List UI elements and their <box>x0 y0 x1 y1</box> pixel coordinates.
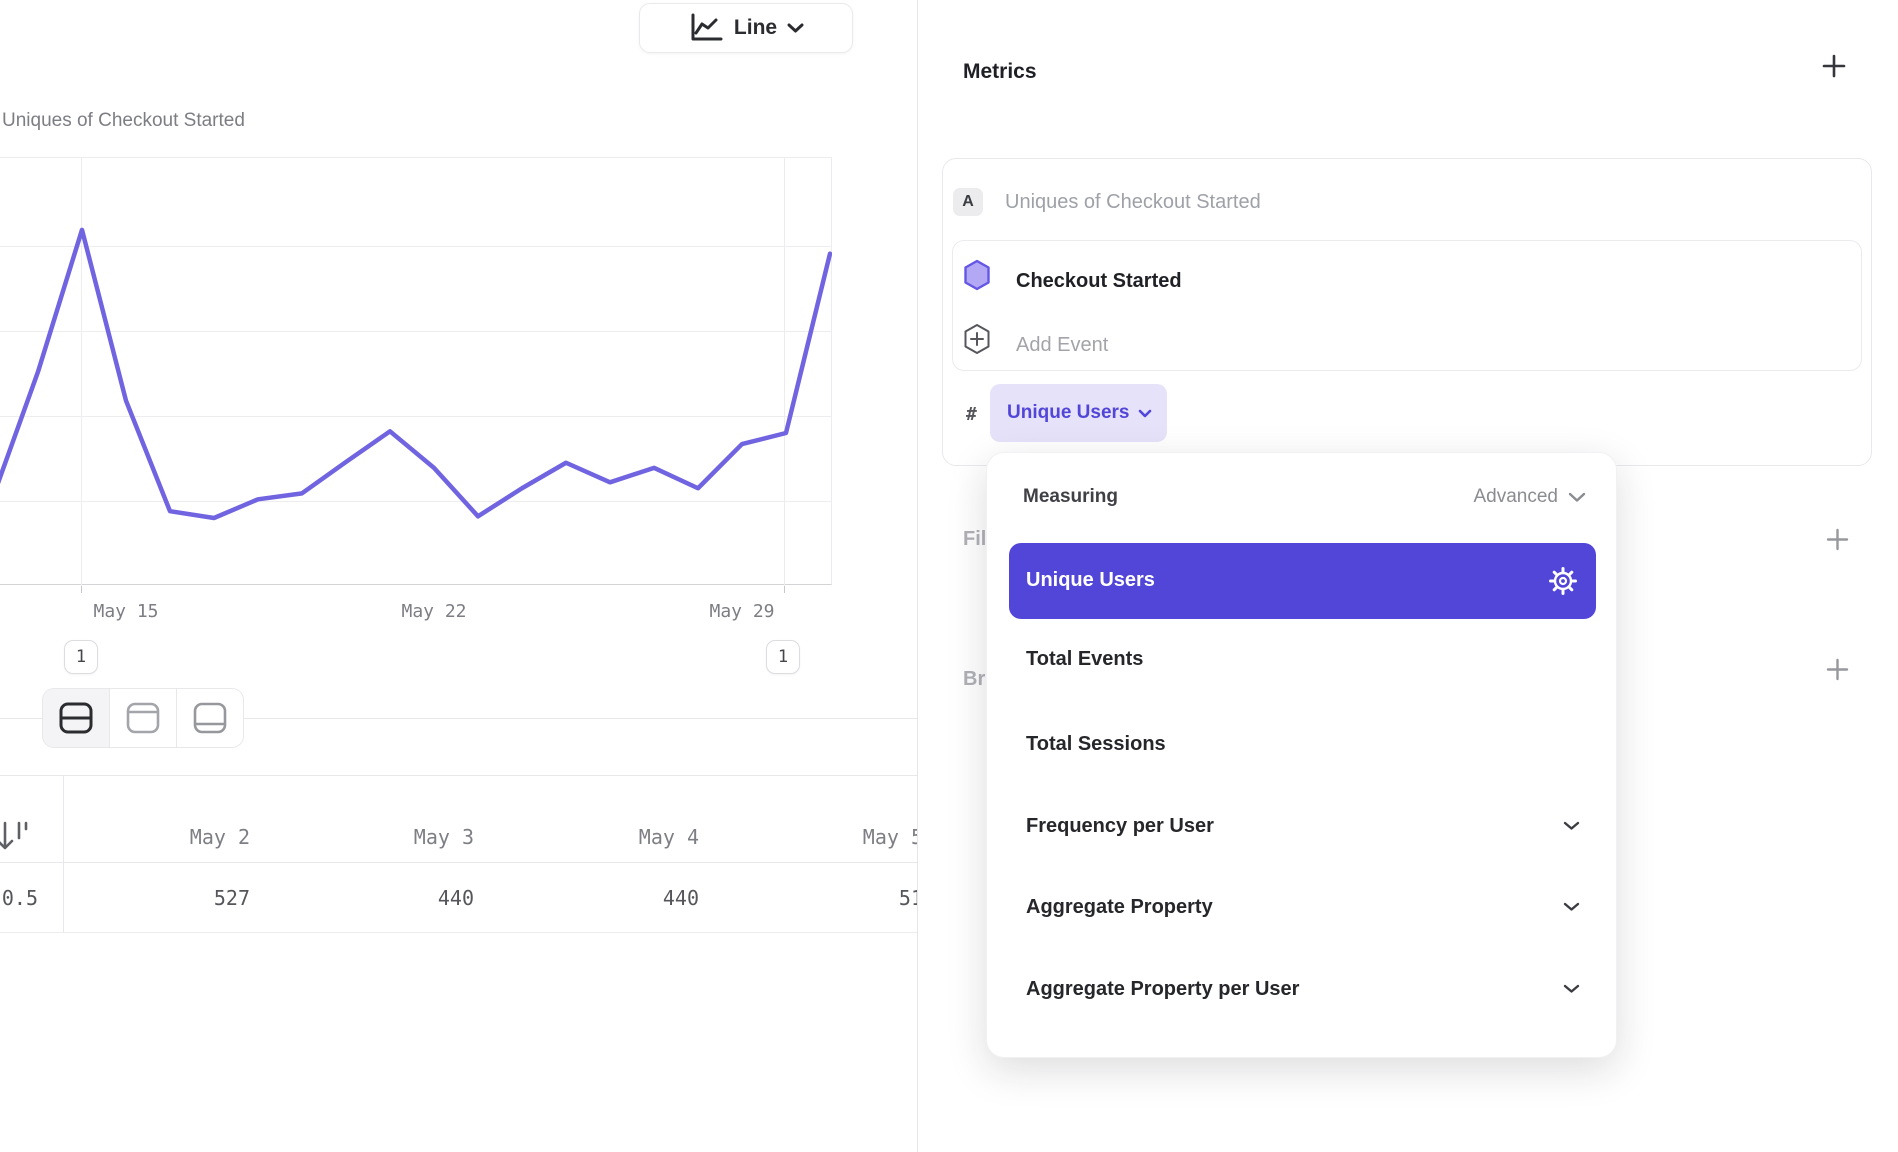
chevron-down-icon[interactable] <box>1563 984 1580 994</box>
menu-item-total-events[interactable]: Total Events <box>1026 648 1546 672</box>
plus-icon <box>1821 53 1847 79</box>
chevron-down-icon[interactable] <box>1568 492 1586 503</box>
table-header-cell[interactable]: May 3 <box>334 825 474 849</box>
x-axis-label: May 15 <box>66 601 186 622</box>
layout-toggle-split[interactable] <box>43 689 109 747</box>
plus-icon <box>1825 527 1850 552</box>
measuring-label: Measuring <box>1023 486 1118 508</box>
annotation-badge[interactable]: 1 <box>766 640 800 674</box>
table-header-cell[interactable]: May 2 <box>110 825 250 849</box>
menu-item-frequency-per-user[interactable]: Frequency per User <box>1026 815 1546 839</box>
chart-only-view-icon <box>124 701 162 735</box>
add-event-hexagon-plus-icon[interactable] <box>963 323 991 355</box>
chart-type-button[interactable]: Line <box>639 3 853 53</box>
annotation-badge[interactable]: 1 <box>64 640 98 674</box>
add-breakdown-button[interactable] <box>1824 656 1850 682</box>
table-only-view-icon <box>191 701 229 735</box>
chevron-down-icon[interactable] <box>1563 821 1580 831</box>
metric-card-title: Uniques of Checkout Started <box>1005 191 1261 214</box>
metric-label-badge: A <box>953 188 983 216</box>
advanced-mode-toggle[interactable]: Advanced <box>1473 486 1558 508</box>
add-metric-button[interactable] <box>1820 52 1848 80</box>
panel-divider <box>917 0 918 1152</box>
table-column-divider <box>63 775 64 932</box>
table-cell: 51 <box>783 886 917 910</box>
table-row-label: 0.5 <box>0 886 38 910</box>
menu-item-total-sessions[interactable]: Total Sessions <box>1026 733 1546 757</box>
chart-panel: Line Uniques of Checkout Started May 15 … <box>0 0 917 1152</box>
add-filter-button[interactable] <box>1824 526 1850 552</box>
menu-item-label: Unique Users <box>1026 569 1155 592</box>
table-border <box>0 932 917 933</box>
measure-dropdown-value: Unique Users <box>1007 402 1129 424</box>
layout-toggle-chart[interactable] <box>109 689 176 747</box>
x-axis-label: May 29 <box>682 601 802 622</box>
chevron-down-icon[interactable] <box>1563 902 1580 912</box>
table-border <box>0 862 917 863</box>
table-border <box>0 775 917 776</box>
measuring-popup: Measuring Advanced Unique Users Total Ev… <box>986 452 1617 1058</box>
layout-toggle <box>42 688 244 748</box>
measure-dropdown[interactable]: Unique Users <box>990 384 1167 442</box>
sort-descending-icon[interactable] <box>0 818 32 856</box>
table-cell: 440 <box>334 886 474 910</box>
table-cell: 527 <box>110 886 250 910</box>
measure-prefix: # <box>966 404 977 425</box>
chevron-down-icon <box>1138 409 1152 418</box>
table-header-cell[interactable]: May 4 <box>559 825 699 849</box>
chevron-down-icon <box>787 23 804 33</box>
table-cell: 440 <box>559 886 699 910</box>
menu-item-aggregate-property-per-user[interactable]: Aggregate Property per User <box>1026 978 1546 1002</box>
line-chart <box>0 157 832 585</box>
chart-type-label: Line <box>734 16 777 40</box>
gear-icon[interactable] <box>1548 566 1578 596</box>
line-chart-icon <box>688 12 724 44</box>
event-name[interactable]: Checkout Started <box>1016 270 1182 293</box>
split-view-icon <box>57 701 95 735</box>
chart-line <box>0 230 830 518</box>
chart-line-svg <box>0 158 832 586</box>
axis-tick <box>784 586 785 593</box>
hexagon-event-icon <box>963 259 991 291</box>
layout-toggle-table[interactable] <box>176 689 243 747</box>
menu-item-unique-users[interactable]: Unique Users <box>1009 543 1596 619</box>
chart-title: Uniques of Checkout Started <box>2 110 245 132</box>
plus-icon <box>1825 657 1850 682</box>
axis-tick <box>81 586 82 593</box>
table-header-cell[interactable]: May 5 <box>783 825 917 849</box>
x-axis-label: May 22 <box>374 601 494 622</box>
metrics-section-title: Metrics <box>963 60 1037 84</box>
menu-item-aggregate-property[interactable]: Aggregate Property <box>1026 896 1546 920</box>
add-event-label[interactable]: Add Event <box>1016 334 1108 357</box>
